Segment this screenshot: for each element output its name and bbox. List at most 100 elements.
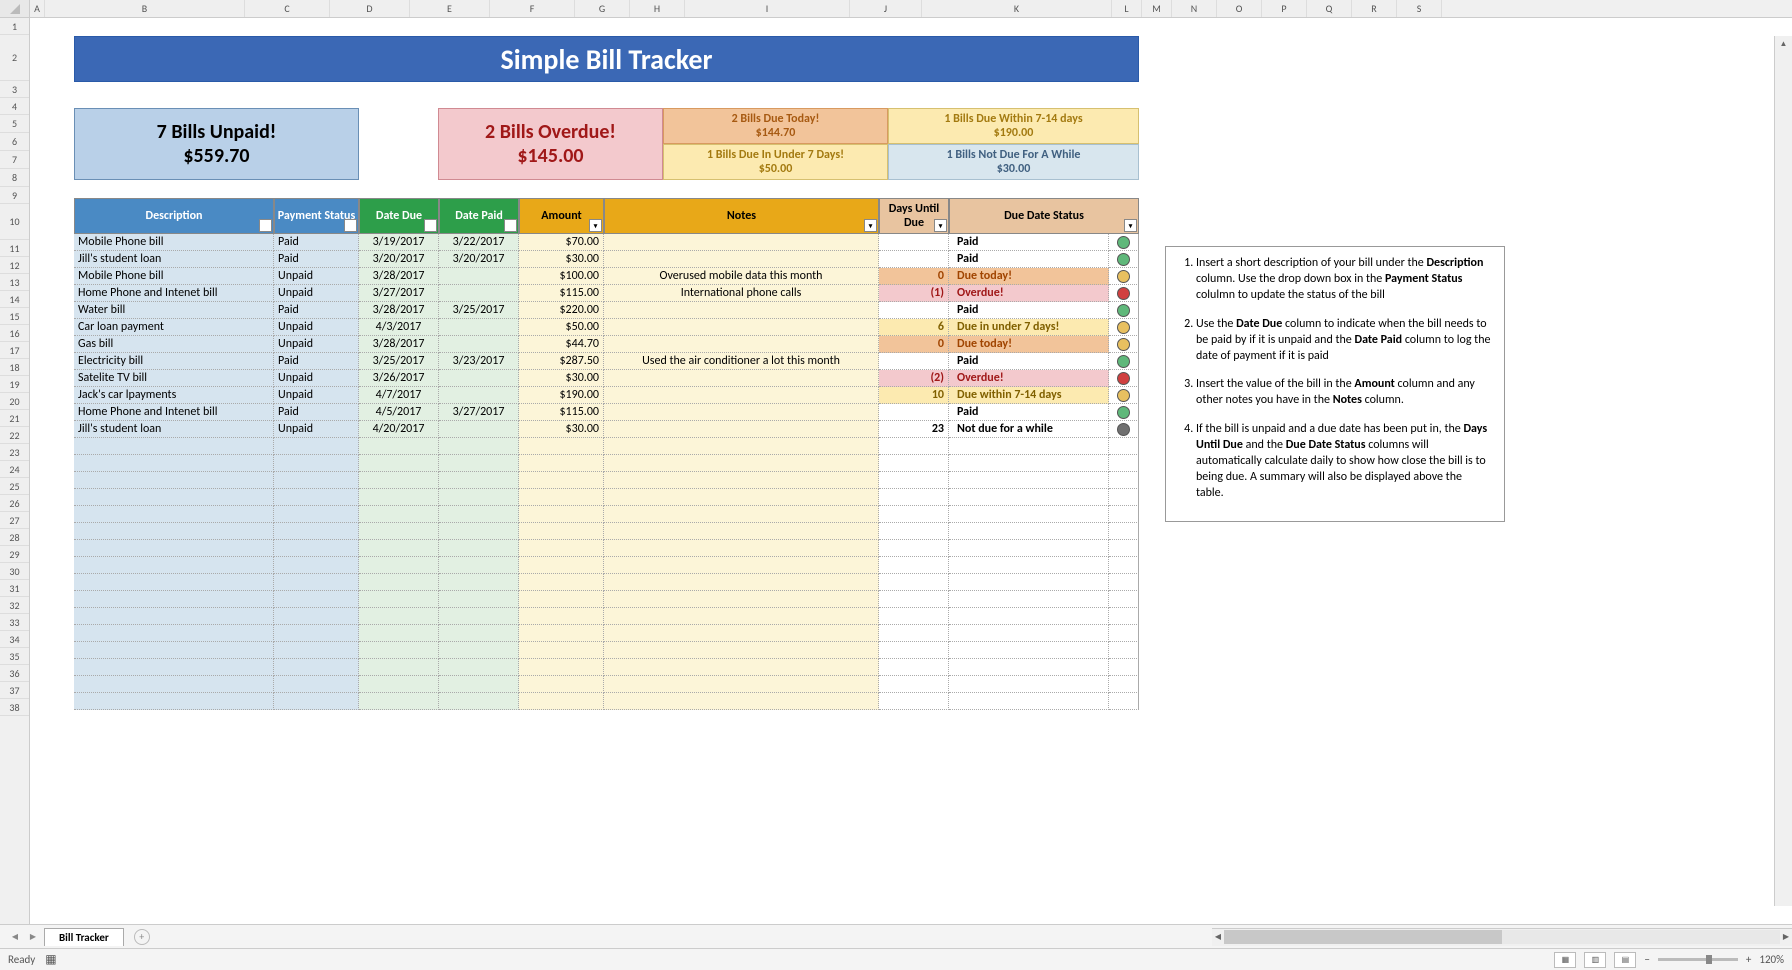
table-row[interactable]: Satelite TV billUnpaid3/26/2017$30.00(2)…	[74, 370, 1139, 387]
cell-date-paid[interactable]	[439, 285, 519, 302]
cell-due-date-status[interactable]: Paid	[949, 302, 1109, 319]
row-header-14[interactable]: 14	[0, 291, 29, 308]
cell-description[interactable]: Gas bill	[74, 336, 274, 353]
row-header-6[interactable]: 6	[0, 133, 29, 151]
tab-nav-prev-icon[interactable]: ◀	[8, 930, 22, 944]
row-header-4[interactable]: 4	[0, 98, 29, 115]
th-amount[interactable]: Amount▾	[519, 198, 604, 234]
th-date-paid[interactable]: Date Paid▾	[439, 198, 519, 234]
sheet-area[interactable]: Simple Bill Tracker 7 Bills Unpaid! $559…	[30, 18, 1792, 924]
row-header-31[interactable]: 31	[0, 580, 29, 597]
cell-notes[interactable]	[604, 472, 879, 489]
cell-status[interactable]	[274, 557, 359, 574]
filter-days-icon[interactable]: ▾	[934, 219, 947, 232]
cell-status[interactable]	[274, 506, 359, 523]
cell-due-date-status[interactable]	[949, 659, 1109, 676]
sheet-tab-bill-tracker[interactable]: Bill Tracker	[44, 928, 124, 946]
cell-description[interactable]: Mobile Phone bill	[74, 234, 274, 251]
cell-amount[interactable]: $30.00	[519, 421, 604, 438]
cell-notes[interactable]	[604, 489, 879, 506]
cell-date-paid[interactable]	[439, 489, 519, 506]
cell-amount[interactable]: $50.00	[519, 319, 604, 336]
cell-days-until-due[interactable]	[879, 438, 949, 455]
cell-description[interactable]	[74, 489, 274, 506]
cell-amount[interactable]	[519, 540, 604, 557]
row-header-29[interactable]: 29	[0, 546, 29, 563]
row-header-18[interactable]: 18	[0, 359, 29, 376]
cell-description[interactable]: Mobile Phone bill	[74, 268, 274, 285]
cell-due-date-status[interactable]	[949, 574, 1109, 591]
cell-amount[interactable]	[519, 523, 604, 540]
cell-date-paid[interactable]	[439, 455, 519, 472]
cell-days-until-due[interactable]	[879, 625, 949, 642]
cell-notes[interactable]	[604, 523, 879, 540]
cell-days-until-due[interactable]	[879, 251, 949, 268]
cell-days-until-due[interactable]	[879, 676, 949, 693]
cell-date-due[interactable]	[359, 506, 439, 523]
cell-date-due[interactable]: 3/27/2017	[359, 285, 439, 302]
horizontal-scrollbar[interactable]: ◀ ▶	[1212, 928, 1792, 946]
cell-date-due[interactable]	[359, 489, 439, 506]
row-header-24[interactable]: 24	[0, 461, 29, 478]
table-row[interactable]	[74, 438, 1139, 455]
row-header-12[interactable]: 12	[0, 257, 29, 274]
cell-date-paid[interactable]	[439, 574, 519, 591]
cell-amount[interactable]	[519, 659, 604, 676]
cell-date-due[interactable]: 3/26/2017	[359, 370, 439, 387]
cell-amount[interactable]: $100.00	[519, 268, 604, 285]
cell-notes[interactable]	[604, 234, 879, 251]
cell-status[interactable]	[274, 489, 359, 506]
cell-description[interactable]	[74, 625, 274, 642]
cell-description[interactable]: Home Phone and Intenet bill	[74, 285, 274, 302]
col-header-N[interactable]: N	[1172, 0, 1217, 17]
cell-status[interactable]: Unpaid	[274, 370, 359, 387]
cell-notes[interactable]	[604, 438, 879, 455]
col-header-O[interactable]: O	[1217, 0, 1262, 17]
view-normal-button[interactable]: ▦	[1554, 952, 1576, 968]
cell-notes[interactable]	[604, 625, 879, 642]
cell-date-paid[interactable]: 3/22/2017	[439, 234, 519, 251]
cell-due-date-status[interactable]	[949, 591, 1109, 608]
table-row[interactable]	[74, 557, 1139, 574]
vertical-scrollbar[interactable]: ▲	[1774, 36, 1792, 906]
cell-due-date-status[interactable]	[949, 540, 1109, 557]
row-header-19[interactable]: 19	[0, 376, 29, 393]
cell-date-paid[interactable]	[439, 676, 519, 693]
cell-date-due[interactable]: 4/20/2017	[359, 421, 439, 438]
cell-notes[interactable]	[604, 421, 879, 438]
cell-description[interactable]: Home Phone and Intenet bill	[74, 404, 274, 421]
table-row[interactable]: Jack's car lpaymentsUnpaid4/7/2017$190.0…	[74, 387, 1139, 404]
cell-date-due[interactable]: 3/19/2017	[359, 234, 439, 251]
cell-due-date-status[interactable]	[949, 506, 1109, 523]
col-header-D[interactable]: D	[330, 0, 410, 17]
cell-notes[interactable]	[604, 557, 879, 574]
cell-amount[interactable]	[519, 608, 604, 625]
table-row[interactable]: Water billPaid3/28/20173/25/2017$220.00P…	[74, 302, 1139, 319]
table-row[interactable]	[74, 574, 1139, 591]
cell-description[interactable]: Jill's student loan	[74, 421, 274, 438]
cell-date-due[interactable]: 4/3/2017	[359, 319, 439, 336]
cell-status[interactable]	[274, 438, 359, 455]
cell-due-date-status[interactable]	[949, 557, 1109, 574]
col-header-K[interactable]: K	[922, 0, 1112, 17]
cell-description[interactable]: Car loan payment	[74, 319, 274, 336]
cell-status[interactable]: Unpaid	[274, 421, 359, 438]
cell-due-date-status[interactable]: Due today!	[949, 336, 1109, 353]
table-row[interactable]: Home Phone and Intenet billUnpaid3/27/20…	[74, 285, 1139, 302]
cell-date-due[interactable]	[359, 455, 439, 472]
cell-date-due[interactable]	[359, 523, 439, 540]
cell-notes[interactable]	[604, 404, 879, 421]
cell-date-due[interactable]: 3/25/2017	[359, 353, 439, 370]
row-header-20[interactable]: 20	[0, 393, 29, 410]
table-row[interactable]: Mobile Phone billUnpaid3/28/2017$100.00O…	[74, 268, 1139, 285]
cell-due-date-status[interactable]: Due today!	[949, 268, 1109, 285]
cell-date-paid[interactable]: 3/23/2017	[439, 353, 519, 370]
cell-due-date-status[interactable]: Paid	[949, 404, 1109, 421]
filter-status-icon[interactable]: ▾	[344, 219, 357, 232]
cell-date-due[interactable]	[359, 608, 439, 625]
cell-date-due[interactable]	[359, 574, 439, 591]
row-header-11[interactable]: 11	[0, 240, 29, 257]
cell-status[interactable]	[274, 591, 359, 608]
cell-description[interactable]	[74, 540, 274, 557]
cell-date-paid[interactable]	[439, 319, 519, 336]
